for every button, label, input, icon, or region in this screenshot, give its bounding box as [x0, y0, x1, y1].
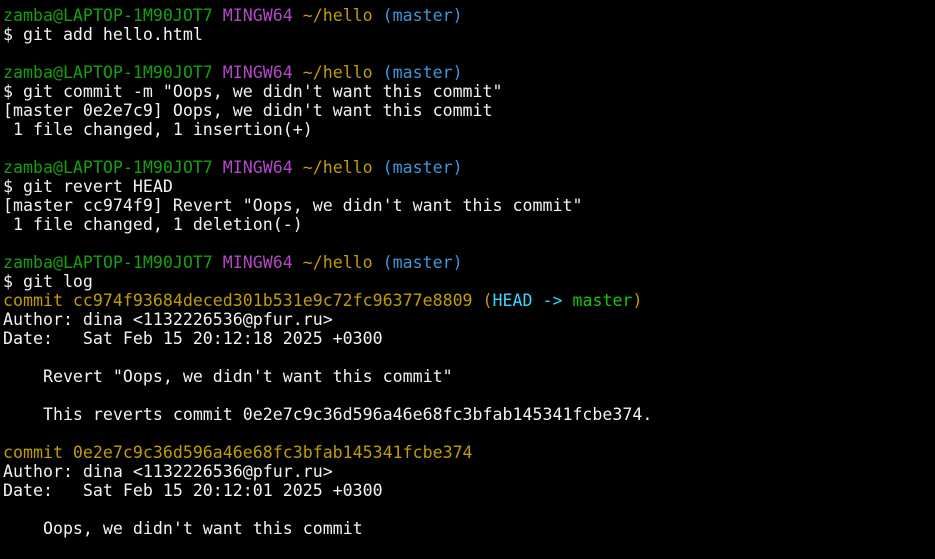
prompt-branch: (master): [382, 63, 463, 82]
prompt-user-host: zamba@LAPTOP-1M90JOT7: [3, 6, 213, 25]
commit-header-line: commit 0e2e7c9c36d596a46e68fc3bfab145341…: [3, 443, 935, 462]
output-line: Revert "Oops, we didn't want this commit…: [3, 367, 935, 386]
output-text: 1 file changed, 1 insertion(+): [3, 120, 313, 139]
prompt-user-host: zamba@LAPTOP-1M90JOT7: [3, 63, 213, 82]
command-text: $ git log: [3, 272, 93, 291]
command-line: $ git commit -m "Oops, we didn't want th…: [3, 82, 935, 101]
output-text: Author: dina <1132226536@pfur.ru>: [3, 310, 333, 329]
output-line: 1 file changed, 1 insertion(+): [3, 120, 935, 139]
prompt-line: zamba@LAPTOP-1M90JOT7 MINGW64 ~/hello (m…: [3, 63, 935, 82]
output-text: 1 file changed, 1 deletion(-): [3, 215, 303, 234]
output-text: [master cc974f9] Revert "Oops, we didn't…: [3, 196, 583, 215]
prompt-line: zamba@LAPTOP-1M90JOT7 MINGW64 ~/hello (m…: [3, 253, 935, 272]
prompt-branch: (master): [382, 253, 463, 272]
output-line: 1 file changed, 1 deletion(-): [3, 215, 935, 234]
prompt-msystem: MINGW64: [222, 6, 293, 25]
prompt-path: ~/hello: [302, 6, 373, 25]
output-line: This reverts commit 0e2e7c9c36d596a46e68…: [3, 405, 935, 424]
output-line: Date: Sat Feb 15 20:12:01 2025 +0300: [3, 481, 935, 500]
output-text: Author: dina <1132226536@pfur.ru>: [3, 462, 333, 481]
output-text: Date: Sat Feb 15 20:12:18 2025 +0300: [3, 329, 383, 348]
prompt-user-host: zamba@LAPTOP-1M90JOT7: [3, 253, 213, 272]
prompt-branch: (master): [382, 158, 463, 177]
output-text: Date: Sat Feb 15 20:12:01 2025 +0300: [3, 481, 383, 500]
output-text: [master 0e2e7c9] Oops, we didn't want th…: [3, 101, 493, 120]
output-line: Author: dina <1132226536@pfur.ru>: [3, 462, 935, 481]
commit-hash: commit cc974f93684deced301b531e9c72fc963…: [3, 291, 483, 310]
prompt-msystem: MINGW64: [222, 253, 293, 272]
command-text: $ git revert HEAD: [3, 177, 173, 196]
prompt-user-host: zamba@LAPTOP-1M90JOT7: [3, 158, 213, 177]
commit-hash: commit 0e2e7c9c36d596a46e68fc3bfab145341…: [3, 443, 473, 462]
commit-header-line: commit cc974f93684deced301b531e9c72fc963…: [3, 291, 935, 310]
command-text: $ git commit -m "Oops, we didn't want th…: [3, 82, 503, 101]
command-text: $ git add hello.html: [3, 25, 203, 44]
command-line: $ git revert HEAD: [3, 177, 935, 196]
output-line: Oops, we didn't want this commit: [3, 519, 935, 538]
prompt-line: zamba@LAPTOP-1M90JOT7 MINGW64 ~/hello (m…: [3, 6, 935, 25]
prompt-path: ~/hello: [302, 63, 373, 82]
commit-ref-close: ): [632, 291, 643, 310]
prompt-branch: (master): [382, 6, 463, 25]
output-line: [master 0e2e7c9] Oops, we didn't want th…: [3, 101, 935, 120]
prompt-msystem: MINGW64: [222, 158, 293, 177]
output-line: Date: Sat Feb 15 20:12:18 2025 +0300: [3, 329, 935, 348]
commit-head-ref: HEAD ->: [492, 291, 573, 310]
output-line: [master cc974f9] Revert "Oops, we didn't…: [3, 196, 935, 215]
output-text: This reverts commit 0e2e7c9c36d596a46e68…: [3, 405, 653, 424]
output-text: Revert "Oops, we didn't want this commit…: [3, 367, 453, 386]
output-text: Oops, we didn't want this commit: [3, 519, 363, 538]
command-line: $ git log: [3, 272, 935, 291]
commit-ref-open: (: [482, 291, 493, 310]
terminal-output[interactable]: zamba@LAPTOP-1M90JOT7 MINGW64 ~/hello (m…: [3, 6, 935, 559]
command-line: $ git add hello.html: [3, 25, 935, 44]
prompt-line: zamba@LAPTOP-1M90JOT7 MINGW64 ~/hello (m…: [3, 158, 935, 177]
prompt-msystem: MINGW64: [222, 63, 293, 82]
prompt-path: ~/hello: [302, 158, 373, 177]
output-line: Author: dina <1132226536@pfur.ru>: [3, 310, 935, 329]
commit-branch-ref: master: [572, 291, 633, 310]
prompt-path: ~/hello: [302, 253, 373, 272]
